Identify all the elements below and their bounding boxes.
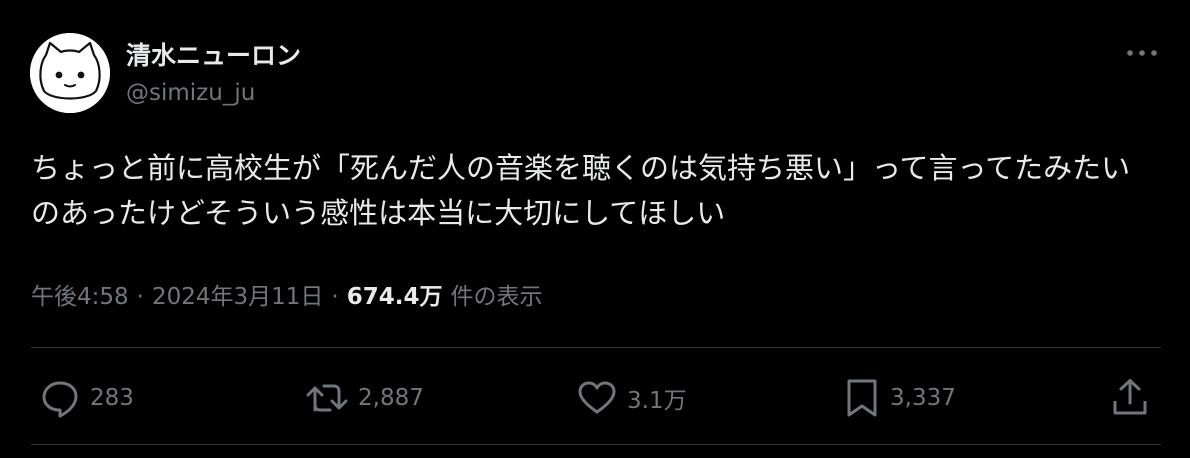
more-options-button[interactable]: [1122, 38, 1162, 68]
retweet-count: 2,887: [358, 385, 424, 411]
tweet-date[interactable]: 2024年3月11日: [152, 277, 323, 311]
author-handle[interactable]: @simizu_ju: [126, 80, 255, 106]
share-button[interactable]: [1108, 376, 1152, 420]
divider: [31, 347, 1161, 348]
bookmark-button[interactable]: 3,337: [842, 376, 956, 420]
action-bar: 283 2,887 3.1万 3,337: [0, 376, 1190, 420]
author-display-name[interactable]: 清水ニューロン: [126, 36, 301, 72]
tweet-meta: 午後4:58 · 2024年3月11日 · 674.4万 件の表示: [31, 277, 542, 311]
reply-count: 283: [90, 385, 134, 411]
bookmark-count: 3,337: [890, 385, 956, 411]
meta-separator: ·: [331, 284, 339, 310]
avatar[interactable]: [30, 33, 110, 113]
tweet-time[interactable]: 午後4:58: [31, 277, 129, 311]
views-label: 件の表示: [450, 284, 543, 310]
more-dots-icon: [1127, 50, 1157, 56]
like-count: 3.1万: [627, 388, 687, 414]
like-button[interactable]: 3.1万: [575, 376, 687, 420]
reply-bubble-icon: [42, 381, 78, 418]
tweet-card: 清水ニューロン @simizu_ju ちょっと前に高校生が「死んだ人の音楽を聴く…: [0, 0, 1190, 458]
retweet-button[interactable]: 2,887: [304, 376, 424, 420]
views-count[interactable]: 674.4万: [347, 277, 443, 311]
tweet-text: ちょっと前に高校生が「死んだ人の音楽を聴くのは気持ち悪い」って言ってたみたいのあ…: [31, 151, 1131, 230]
share-icon: [1113, 379, 1147, 415]
bookmark-icon: [847, 379, 877, 417]
cat-face-icon: [30, 33, 110, 113]
meta-separator: ·: [136, 284, 144, 310]
heart-icon: [578, 381, 616, 414]
reply-button[interactable]: 283: [38, 376, 134, 420]
divider: [31, 444, 1161, 445]
retweet-icon: [306, 384, 348, 412]
